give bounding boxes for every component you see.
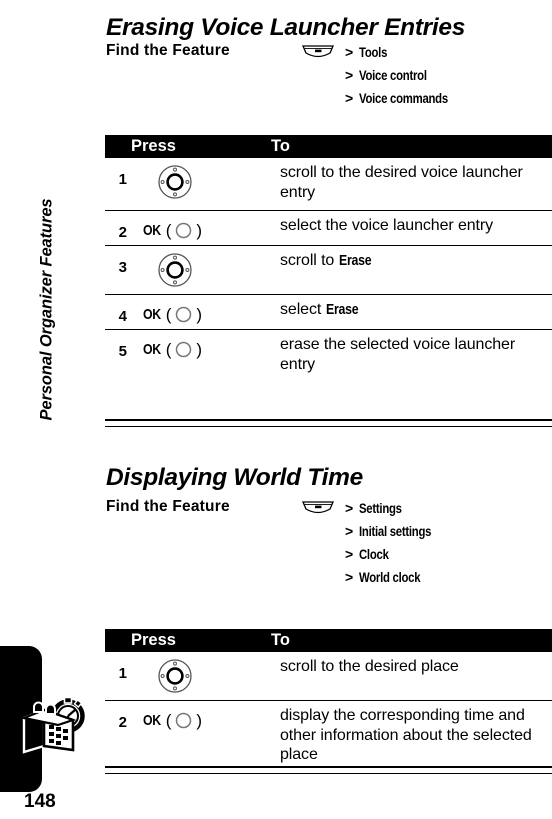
soft-key-label: OK bbox=[143, 306, 161, 323]
menu-separator: > bbox=[345, 44, 354, 60]
page-content: Erasing Voice Launcher Entries Find the … bbox=[105, 0, 552, 819]
steps-table-erasing: Press To 1 scroll to the desired voice l… bbox=[105, 135, 552, 382]
menu-path-row: > Clock bbox=[301, 543, 551, 566]
menu-path-row: > Voice commands bbox=[301, 87, 551, 110]
step-description: select the voice launcher entry bbox=[280, 217, 494, 234]
center-select-key-icon bbox=[175, 712, 192, 729]
column-header-to: To bbox=[271, 135, 552, 158]
menu-path-row: > Initial settings bbox=[301, 520, 551, 543]
paren-close: ) bbox=[196, 221, 203, 240]
menu-path-2: > Settings > Initial settings > Clock > … bbox=[301, 497, 551, 589]
table-row: 1 scroll to the desired place bbox=[105, 651, 552, 701]
menu-separator: > bbox=[345, 569, 354, 585]
table-row: 1 scroll to the desired voice launcher e… bbox=[105, 157, 552, 211]
step-number: 2 bbox=[118, 714, 127, 731]
page-title-displaying-world-time: Displaying World Time bbox=[106, 464, 363, 492]
table-row: 3 scroll to Erase bbox=[105, 245, 552, 295]
menu-key-icon bbox=[301, 44, 335, 61]
step-number: 4 bbox=[118, 308, 127, 325]
column-header-number bbox=[105, 629, 131, 652]
step-number: 2 bbox=[118, 224, 127, 241]
paren-close: ) bbox=[196, 305, 203, 324]
step-number: 5 bbox=[118, 343, 127, 360]
menu-separator: > bbox=[345, 523, 354, 539]
menu-item-clock[interactable]: Clock bbox=[359, 543, 389, 566]
page-number: 148 bbox=[24, 791, 56, 812]
step-description: scroll to the desired voice launcher ent… bbox=[280, 164, 523, 201]
navigation-key-icon[interactable] bbox=[157, 252, 193, 288]
table-row: 4 OK ( ) select Erase bbox=[105, 294, 552, 330]
chapter-label: Personal Organizer Features bbox=[37, 198, 56, 421]
menu-path-row: > Voice control bbox=[301, 64, 551, 87]
center-select-key-icon bbox=[175, 341, 192, 358]
steps-table-world-time: Press To 1 scroll to the desired place 2… bbox=[105, 629, 552, 773]
menu-item-world-clock[interactable]: World clock bbox=[359, 566, 421, 589]
paren-open: ( bbox=[165, 340, 172, 359]
table-bottom-rule bbox=[105, 766, 552, 774]
center-select-key[interactable]: OK ( ) bbox=[143, 707, 271, 729]
menu-item-initial-settings[interactable]: Initial settings bbox=[359, 520, 431, 543]
menu-separator: > bbox=[345, 500, 354, 516]
step-description: scroll to the desired place bbox=[280, 658, 459, 675]
menu-item-tools[interactable]: Tools bbox=[359, 41, 387, 64]
step-description: select bbox=[280, 301, 326, 318]
page-side-rail: Personal Organizer Features 148 bbox=[0, 0, 105, 819]
column-header-press: Press bbox=[131, 629, 271, 652]
soft-key-label: OK bbox=[143, 222, 161, 239]
table-row: 2 OK ( ) display the corresponding time … bbox=[105, 700, 552, 773]
column-header-press: Press bbox=[131, 135, 271, 158]
menu-path-row: > Settings bbox=[301, 497, 551, 520]
step-emphasis: Erase bbox=[338, 253, 372, 269]
center-select-key[interactable]: OK ( ) bbox=[143, 336, 271, 358]
column-header-to: To bbox=[271, 629, 552, 652]
step-description: display the corresponding time and other… bbox=[280, 707, 532, 763]
navigation-key-icon[interactable] bbox=[157, 164, 193, 200]
soft-key-label: OK bbox=[143, 341, 161, 358]
step-number: 1 bbox=[118, 171, 127, 188]
menu-path-1: > Tools > Voice control > Voice commands bbox=[301, 41, 551, 110]
menu-separator: > bbox=[345, 546, 354, 562]
paren-close: ) bbox=[196, 340, 203, 359]
paren-open: ( bbox=[165, 711, 172, 730]
menu-path-row: > World clock bbox=[301, 566, 551, 589]
menu-item-settings[interactable]: Settings bbox=[359, 497, 402, 520]
organizer-stopwatch-icon bbox=[18, 694, 90, 756]
table-row: 2 OK ( ) select the voice launcher entry bbox=[105, 210, 552, 246]
paren-open: ( bbox=[165, 305, 172, 324]
step-number: 3 bbox=[118, 259, 127, 276]
paren-close: ) bbox=[196, 711, 203, 730]
find-the-feature-label: Find the Feature bbox=[106, 498, 230, 515]
menu-key-icon bbox=[301, 500, 335, 517]
steps-table-header-row: Press To bbox=[105, 135, 552, 158]
table-row: 5 OK ( ) erase the selected voice launch… bbox=[105, 329, 552, 382]
paren-open: ( bbox=[165, 221, 172, 240]
center-select-key-icon bbox=[175, 222, 192, 239]
step-number: 1 bbox=[118, 665, 127, 682]
menu-path-row: > Tools bbox=[301, 41, 551, 64]
find-the-feature-label: Find the Feature bbox=[106, 42, 230, 59]
steps-table-header-row: Press To bbox=[105, 629, 552, 652]
navigation-key-icon[interactable] bbox=[157, 658, 193, 694]
step-description: scroll to bbox=[280, 252, 339, 269]
soft-key-label: OK bbox=[143, 712, 161, 729]
page-title-erasing-voice-launcher-entries: Erasing Voice Launcher Entries bbox=[106, 14, 466, 42]
menu-item-voice-commands[interactable]: Voice commands bbox=[359, 87, 448, 110]
center-select-key[interactable]: OK ( ) bbox=[143, 217, 271, 239]
table-bottom-rule bbox=[105, 419, 552, 427]
step-description: erase the selected voice launcher entry bbox=[280, 336, 516, 373]
center-select-key[interactable]: OK ( ) bbox=[143, 301, 271, 323]
menu-separator: > bbox=[345, 67, 354, 83]
center-select-key-icon bbox=[175, 306, 192, 323]
step-emphasis: Erase bbox=[325, 302, 359, 318]
menu-separator: > bbox=[345, 90, 354, 106]
menu-item-voice-control[interactable]: Voice control bbox=[359, 64, 427, 87]
column-header-number bbox=[105, 135, 131, 158]
